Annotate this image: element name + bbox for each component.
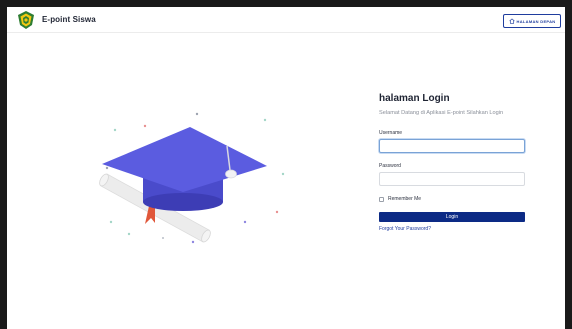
remember-me: Remember Me [379, 196, 529, 202]
username-label: Username [379, 130, 403, 136]
school-emblem-icon [18, 10, 34, 29]
username-input[interactable] [379, 139, 525, 153]
home-page-button[interactable]: HALAMAN DEPAN [503, 14, 561, 28]
login-subtitle: Selamat Datang di Aplikasi E-point Silah… [379, 110, 504, 116]
remember-me-checkbox[interactable] [379, 196, 384, 202]
home-icon [508, 18, 515, 24]
app-title: E-point Siswa [42, 15, 96, 24]
login-form: halaman Login Selamat Datang di Aplikasi… [379, 93, 529, 232]
graduation-cap-diploma-icon [99, 112, 285, 244]
top-navbar: E-point Siswa HALAMAN DEPAN [7, 7, 565, 33]
brand[interactable]: E-point Siswa [16, 10, 96, 30]
browser-viewport: E-point Siswa HALAMAN DEPAN halaman Logi… [7, 7, 565, 329]
home-page-button-label: HALAMAN DEPAN [516, 18, 556, 24]
forgot-password-link[interactable]: Forgot Your Password? [379, 226, 529, 232]
password-input[interactable] [379, 172, 525, 186]
login-button[interactable]: Login [379, 212, 525, 222]
login-title: halaman Login [379, 93, 450, 104]
tassel-knot [225, 169, 237, 179]
cap-board [102, 127, 267, 192]
remember-me-label[interactable]: Remember Me [388, 196, 421, 202]
password-label: Password [379, 163, 401, 169]
